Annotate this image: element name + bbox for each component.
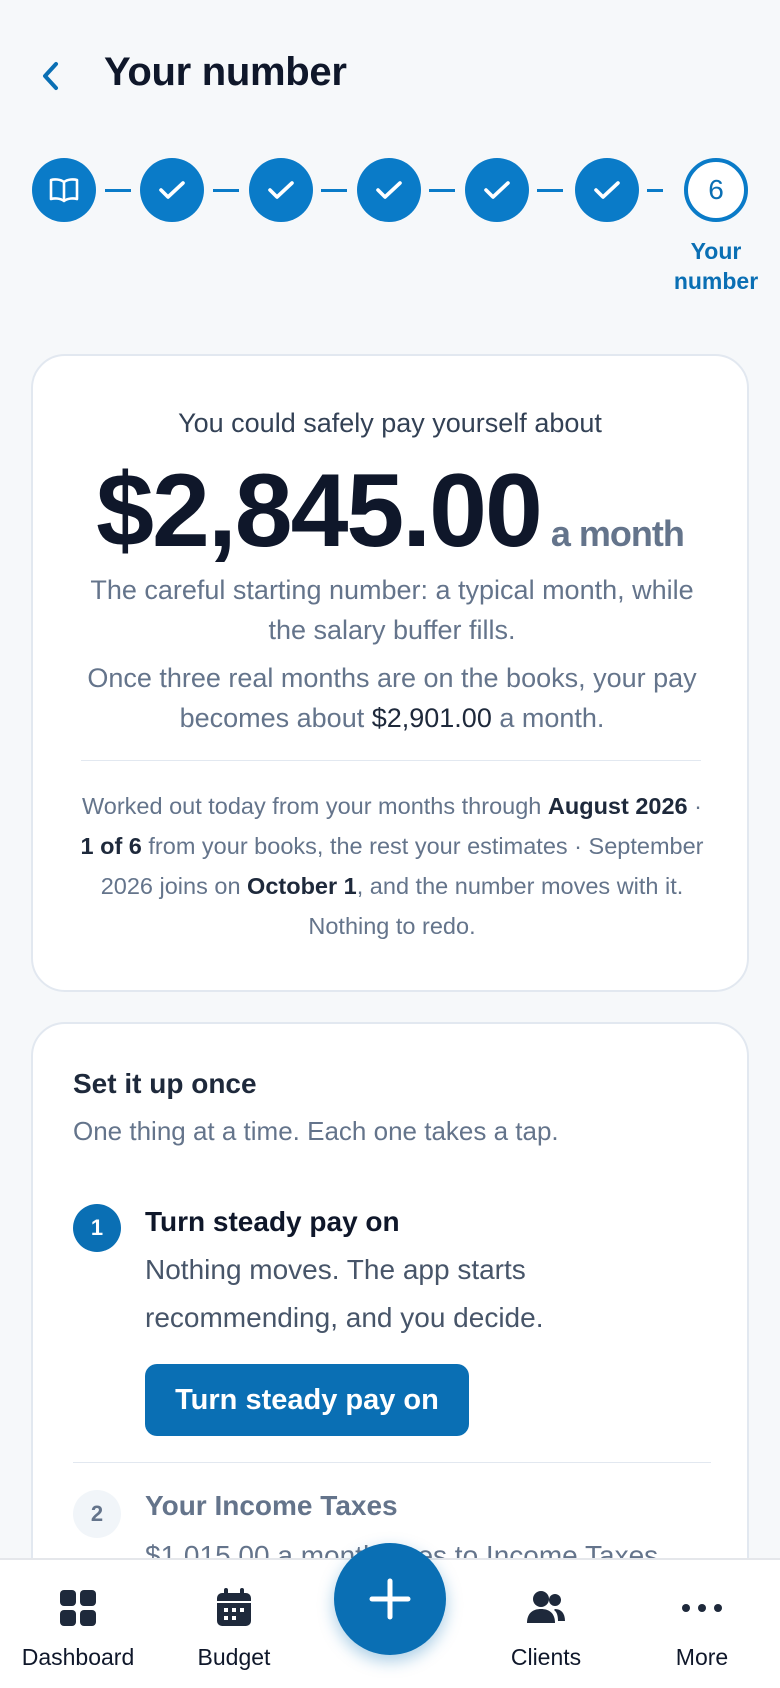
nav-clients[interactable]: Clients [486, 1560, 606, 1688]
summary-explainer: The careful starting number: a typical m… [90, 575, 694, 645]
check-icon [594, 181, 620, 199]
summary-lead: You could safely pay yourself about [178, 408, 602, 438]
task-divider [73, 1462, 711, 1463]
amount-period: a month [550, 513, 685, 554]
step-5-done[interactable] [465, 158, 529, 222]
turn-steady-pay-on-button[interactable]: Turn steady pay on [145, 1364, 469, 1436]
nav-more[interactable]: More [642, 1560, 762, 1688]
check-icon [376, 181, 402, 199]
future-pay-amount: $2,901.00 [371, 703, 492, 733]
step-connector [105, 189, 131, 192]
task-title[interactable]: Your Income Taxes [145, 1490, 398, 1522]
note-count: 1 of 6 [80, 833, 142, 859]
note-text: , and the number moves with it. Nothing … [308, 873, 684, 939]
note-text: Worked out today from your months throug… [82, 793, 548, 819]
progress-stepper: 6 Your number [0, 158, 780, 298]
note-sep: · [687, 793, 702, 819]
nav-label: Clients [510, 1644, 582, 1670]
step-connector [321, 189, 347, 192]
step-2-done[interactable] [140, 158, 204, 222]
check-icon [159, 181, 185, 199]
more-dots-icon [680, 1586, 724, 1630]
task-title: Turn steady pay on [145, 1206, 400, 1237]
check-icon [268, 181, 294, 199]
nav-label: Dashboard [21, 1644, 135, 1670]
step-connector [647, 189, 663, 192]
setup-subtitle: One thing at a time. Each one takes a ta… [73, 1116, 559, 1146]
step-connector [213, 189, 239, 192]
people-icon [524, 1586, 568, 1630]
calculation-note: Worked out today from your months throug… [77, 786, 707, 946]
future-pay-text-end: a month. [491, 703, 605, 733]
setup-title: Set it up once [73, 1068, 257, 1099]
current-step-label: Your number [673, 238, 759, 294]
check-icon [484, 181, 510, 199]
step-connector [537, 189, 563, 192]
nav-dashboard[interactable]: Dashboard [18, 1560, 138, 1688]
add-button[interactable] [334, 1543, 446, 1655]
top-bar: Your number [0, 0, 780, 150]
dashboard-grid-icon [56, 1586, 100, 1630]
book-icon [49, 178, 79, 203]
page-title: Your number [104, 50, 347, 94]
step-connector [429, 189, 455, 192]
card-divider [81, 760, 701, 761]
step-1-done[interactable] [32, 158, 96, 222]
task-number: 2 [73, 1490, 121, 1538]
calendar-icon [212, 1586, 256, 1630]
chevron-left-icon [43, 62, 58, 90]
note-month: August 2026 [547, 793, 688, 819]
step-6-done[interactable] [575, 158, 639, 222]
task-description: Nothing moves. The app starts recommendi… [145, 1254, 544, 1333]
step-3-done[interactable] [249, 158, 313, 222]
monthly-pay-amount: $2,845.00 [96, 453, 543, 569]
back-button[interactable] [36, 56, 66, 96]
summary-future-pay: Once three real months are on the books,… [77, 658, 707, 738]
nav-label: More [675, 1644, 729, 1670]
step-4-done[interactable] [357, 158, 421, 222]
plus-icon [369, 1578, 411, 1620]
nav-label: Budget [197, 1644, 271, 1670]
pay-summary-card: You could safely pay yourself about $2,8… [31, 354, 749, 992]
nav-budget[interactable]: Budget [174, 1560, 294, 1688]
step-current[interactable]: 6 [684, 158, 748, 222]
task-number: 1 [73, 1204, 121, 1252]
note-date: October 1 [247, 873, 357, 899]
amount-row: $2,845.00 a month [33, 452, 747, 571]
